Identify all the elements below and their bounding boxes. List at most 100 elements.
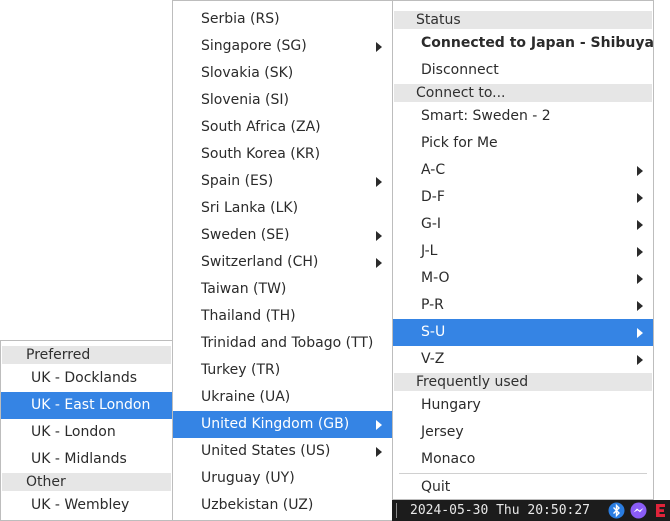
chevron-right-icon	[637, 166, 643, 176]
country-item-south-korea-kr[interactable]: South Korea (KR)	[173, 141, 392, 168]
country-item-slovenia-si[interactable]: Slovenia (SI)	[173, 87, 392, 114]
chevron-right-icon	[637, 247, 643, 257]
messenger-icon[interactable]	[630, 502, 647, 519]
menu-item-v-z[interactable]: V-Z	[393, 346, 653, 373]
country-item-south-africa-za[interactable]: South Africa (ZA)	[173, 114, 392, 141]
menu-item-label: Jersey	[421, 424, 464, 440]
menu-item-a-c[interactable]: A-C	[393, 157, 653, 184]
menu-item-label: A-C	[421, 162, 446, 178]
menu-item-label: Sri Lanka (LK)	[201, 200, 299, 216]
server-item-uk-midlands[interactable]: UK - Midlands	[1, 446, 172, 473]
bluetooth-icon[interactable]	[608, 502, 625, 519]
country-item-uruguay-uy[interactable]: Uruguay (UY)	[173, 465, 392, 492]
section-header-preferred: Preferred	[2, 346, 171, 364]
country-item-singapore-sg[interactable]: Singapore (SG)	[173, 33, 392, 60]
chevron-right-icon	[376, 177, 382, 187]
server-item-uk-docklands[interactable]: UK - Docklands	[1, 365, 172, 392]
menu-item-label: Pick for Me	[421, 135, 498, 151]
chevron-right-icon	[376, 420, 382, 430]
menu-item-label: Slovakia (SK)	[201, 65, 294, 81]
menu-item-label: Sweden (SE)	[201, 227, 290, 243]
country-item-united-kingdom-gb[interactable]: United Kingdom (GB)	[173, 411, 392, 438]
menu-item-pick-for-me[interactable]: Pick for Me	[393, 130, 653, 157]
uk-servers-submenu: Preferred UK - Docklands UK - East London U…	[0, 340, 173, 521]
menu-item-label: S-U	[421, 324, 446, 340]
menu-item-label: Serbia (RS)	[201, 11, 280, 27]
menu-item-label: Connected to Japan - Shibuya	[421, 35, 654, 51]
frequent-item-monaco[interactable]: Monaco	[393, 446, 653, 473]
server-item-uk-wembley[interactable]: UK - Wembley	[1, 492, 172, 519]
menu-item-label: UK - East London	[31, 397, 151, 413]
country-item-sri-lanka-lk[interactable]: Sri Lanka (LK)	[173, 195, 392, 222]
frequent-item-hungary[interactable]: Hungary	[393, 392, 653, 419]
server-item-uk-london[interactable]: UK - London	[1, 419, 172, 446]
menu-item-g-i[interactable]: G-I	[393, 211, 653, 238]
chevron-right-icon	[637, 274, 643, 284]
menu-item-label: Ukraine (UA)	[201, 389, 291, 405]
tray-menu: Status Connected to Japan - Shibuya Discon…	[392, 0, 654, 500]
menu-item-label: V-Z	[421, 351, 445, 367]
section-header-connect-to: Connect to...	[394, 84, 652, 102]
menu-item-label: Uruguay (UY)	[201, 470, 295, 486]
chevron-right-icon	[637, 193, 643, 203]
chevron-right-icon	[637, 355, 643, 365]
menu-item-s-u[interactable]: S-U	[393, 319, 653, 346]
menu-item-label: Spain (ES)	[201, 173, 274, 189]
country-item-serbia-rs[interactable]: Serbia (RS)	[173, 6, 392, 33]
menu-item-label: D-F	[421, 189, 445, 205]
country-item-turkey-tr[interactable]: Turkey (TR)	[173, 357, 392, 384]
chevron-right-icon	[637, 301, 643, 311]
menu-item-label: Taiwan (TW)	[201, 281, 287, 297]
menu-item-label: Singapore (SG)	[201, 38, 307, 54]
menu-item-p-r[interactable]: P-R	[393, 292, 653, 319]
section-header-other: Other	[2, 473, 171, 491]
country-item-taiwan-tw[interactable]: Taiwan (TW)	[173, 276, 392, 303]
menu-item-label: Switzerland (CH)	[201, 254, 319, 270]
taskbar-separator	[396, 503, 397, 518]
menu-item-m-o[interactable]: M-O	[393, 265, 653, 292]
menu-item-d-f[interactable]: D-F	[393, 184, 653, 211]
menu-item-label: J-L	[421, 243, 438, 259]
menu-item-label: Slovenia (SI)	[201, 92, 289, 108]
country-item-thailand-th[interactable]: Thailand (TH)	[173, 303, 392, 330]
server-item-uk-east-london[interactable]: UK - East London	[1, 392, 172, 419]
menu-item-label: Thailand (TH)	[201, 308, 296, 324]
chevron-right-icon	[376, 447, 382, 457]
menu-item-label: Monaco	[421, 451, 476, 467]
section-header-status: Status	[394, 11, 652, 29]
menu-item-label: United Kingdom (GB)	[201, 416, 350, 432]
menu-item-label: UK - London	[31, 424, 116, 440]
disconnect-menu-item[interactable]: Disconnect	[393, 57, 653, 84]
menu-item-label: Turkey (TR)	[201, 362, 281, 378]
menu-item-smart-sweden-2[interactable]: Smart: Sweden - 2	[393, 103, 653, 130]
country-item-switzerland-ch[interactable]: Switzerland (CH)	[173, 249, 392, 276]
chevron-right-icon	[637, 220, 643, 230]
taskbar-clock: 2024-05-30 Thu 20:50:27	[410, 503, 591, 518]
country-item-trinidad-and-tobago-tt[interactable]: Trinidad and Tobago (TT)	[173, 330, 392, 357]
e-app-icon[interactable]	[652, 502, 669, 519]
chevron-right-icon	[637, 328, 643, 338]
menu-item-label: Hungary	[421, 397, 481, 413]
country-item-spain-es[interactable]: Spain (ES)	[173, 168, 392, 195]
menu-item-label: M-O	[421, 270, 450, 286]
menu-item-label: Uzbekistan (UZ)	[201, 497, 314, 513]
menu-item-j-l[interactable]: J-L	[393, 238, 653, 265]
country-item-united-states-us[interactable]: United States (US)	[173, 438, 392, 465]
section-header-frequently-used: Frequently used	[394, 373, 652, 391]
country-item-uzbekistan-uz[interactable]: Uzbekistan (UZ)	[173, 492, 392, 519]
country-item-slovakia-sk[interactable]: Slovakia (SK)	[173, 60, 392, 87]
menu-item-label: South Africa (ZA)	[201, 119, 321, 135]
country-item-sweden-se[interactable]: Sweden (SE)	[173, 222, 392, 249]
menu-item-label: Quit	[421, 479, 451, 495]
menu-item-label: UK - Docklands	[31, 370, 138, 386]
menu-item-label: P-R	[421, 297, 444, 313]
country-item-ukraine-ua[interactable]: Ukraine (UA)	[173, 384, 392, 411]
quit-menu-item[interactable]: Quit	[393, 474, 653, 501]
menu-item-label: Disconnect	[421, 62, 499, 78]
chevron-right-icon	[376, 42, 382, 52]
frequent-item-jersey[interactable]: Jersey	[393, 419, 653, 446]
menu-item-label: Trinidad and Tobago (TT)	[201, 335, 374, 351]
menu-item-label: UK - Wembley	[31, 497, 130, 513]
menu-item-label: South Korea (KR)	[201, 146, 321, 162]
connected-status-item[interactable]: Connected to Japan - Shibuya	[393, 30, 654, 57]
